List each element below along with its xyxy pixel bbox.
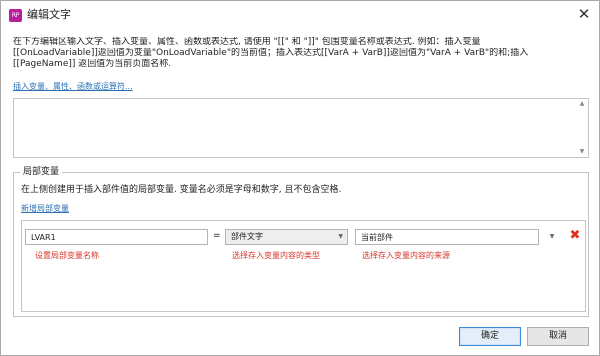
instructions-text: 在下方编辑区输入文字、插入变量、属性、函数或表达式, 请使用 "[[" 和 "]… [13, 37, 589, 70]
local-variable-list: = 部件文字 ▼ ▼ ✖ 设置局部变量名称 选择存入变量内容的类型 选择存入变量… [21, 220, 586, 312]
triangle-up-icon[interactable]: ▲ [576, 99, 588, 109]
ok-button[interactable]: 确定 [459, 327, 521, 346]
expression-editor: ▲ ▼ [13, 98, 589, 158]
app-logo-icon: RP [9, 9, 22, 22]
instructions-line-3: [[PageName]] 返回值为当前页面名称. [13, 59, 172, 69]
edit-text-dialog: RP 编辑文字 ✕ 在下方编辑区输入文字、插入变量、属性、函数或表达式, 请使用… [0, 0, 600, 356]
variable-name-hint: 设置局部变量名称 [35, 251, 99, 260]
triangle-down-icon: ▼ [338, 233, 343, 240]
title-bar: RP 编辑文字 ✕ [1, 1, 599, 29]
x-delete-icon[interactable]: ✖ [568, 228, 582, 244]
variable-type-value: 部件文字 [231, 232, 263, 241]
instructions-line-2: [[OnLoadVariable]]返回值为变量"OnLoadVariable"… [13, 48, 529, 58]
variable-source-hint: 选择存入变量内容的来源 [362, 251, 450, 260]
instructions-line-1: 在下方编辑区输入文字、插入变量、属性、函数或表达式, 请使用 "[[" 和 "]… [13, 37, 481, 47]
group-title: 局部变量 [20, 166, 63, 179]
variable-name-input[interactable] [25, 229, 208, 245]
cancel-button[interactable]: 取消 [527, 327, 589, 346]
variable-type-select[interactable]: 部件文字 ▼ [225, 229, 348, 245]
insert-variable-link[interactable]: 插入变量、属性、函数或运算符... [13, 81, 133, 92]
equals-sign: = [213, 231, 221, 241]
add-local-variable-link[interactable]: 新增局部变量 [21, 203, 69, 214]
variable-source-input[interactable] [355, 229, 539, 245]
local-variables-group: 局部变量 在上侧创建用于插入部件值的局部变量. 变量名必须是字母和数字, 且不包… [13, 166, 589, 317]
dialog-title: 编辑文字 [27, 8, 71, 21]
variable-type-hint: 选择存入变量内容的类型 [232, 251, 320, 260]
close-icon[interactable]: ✕ [577, 7, 591, 22]
expression-textarea[interactable] [14, 99, 576, 157]
triangle-down-icon[interactable]: ▼ [576, 147, 588, 157]
triangle-down-icon[interactable]: ▼ [545, 229, 559, 245]
local-variables-description: 在上侧创建用于插入部件值的局部变量. 变量名必须是字母和数字, 且不包含空格. [21, 185, 342, 195]
vertical-scrollbar[interactable]: ▲ ▼ [576, 99, 588, 157]
